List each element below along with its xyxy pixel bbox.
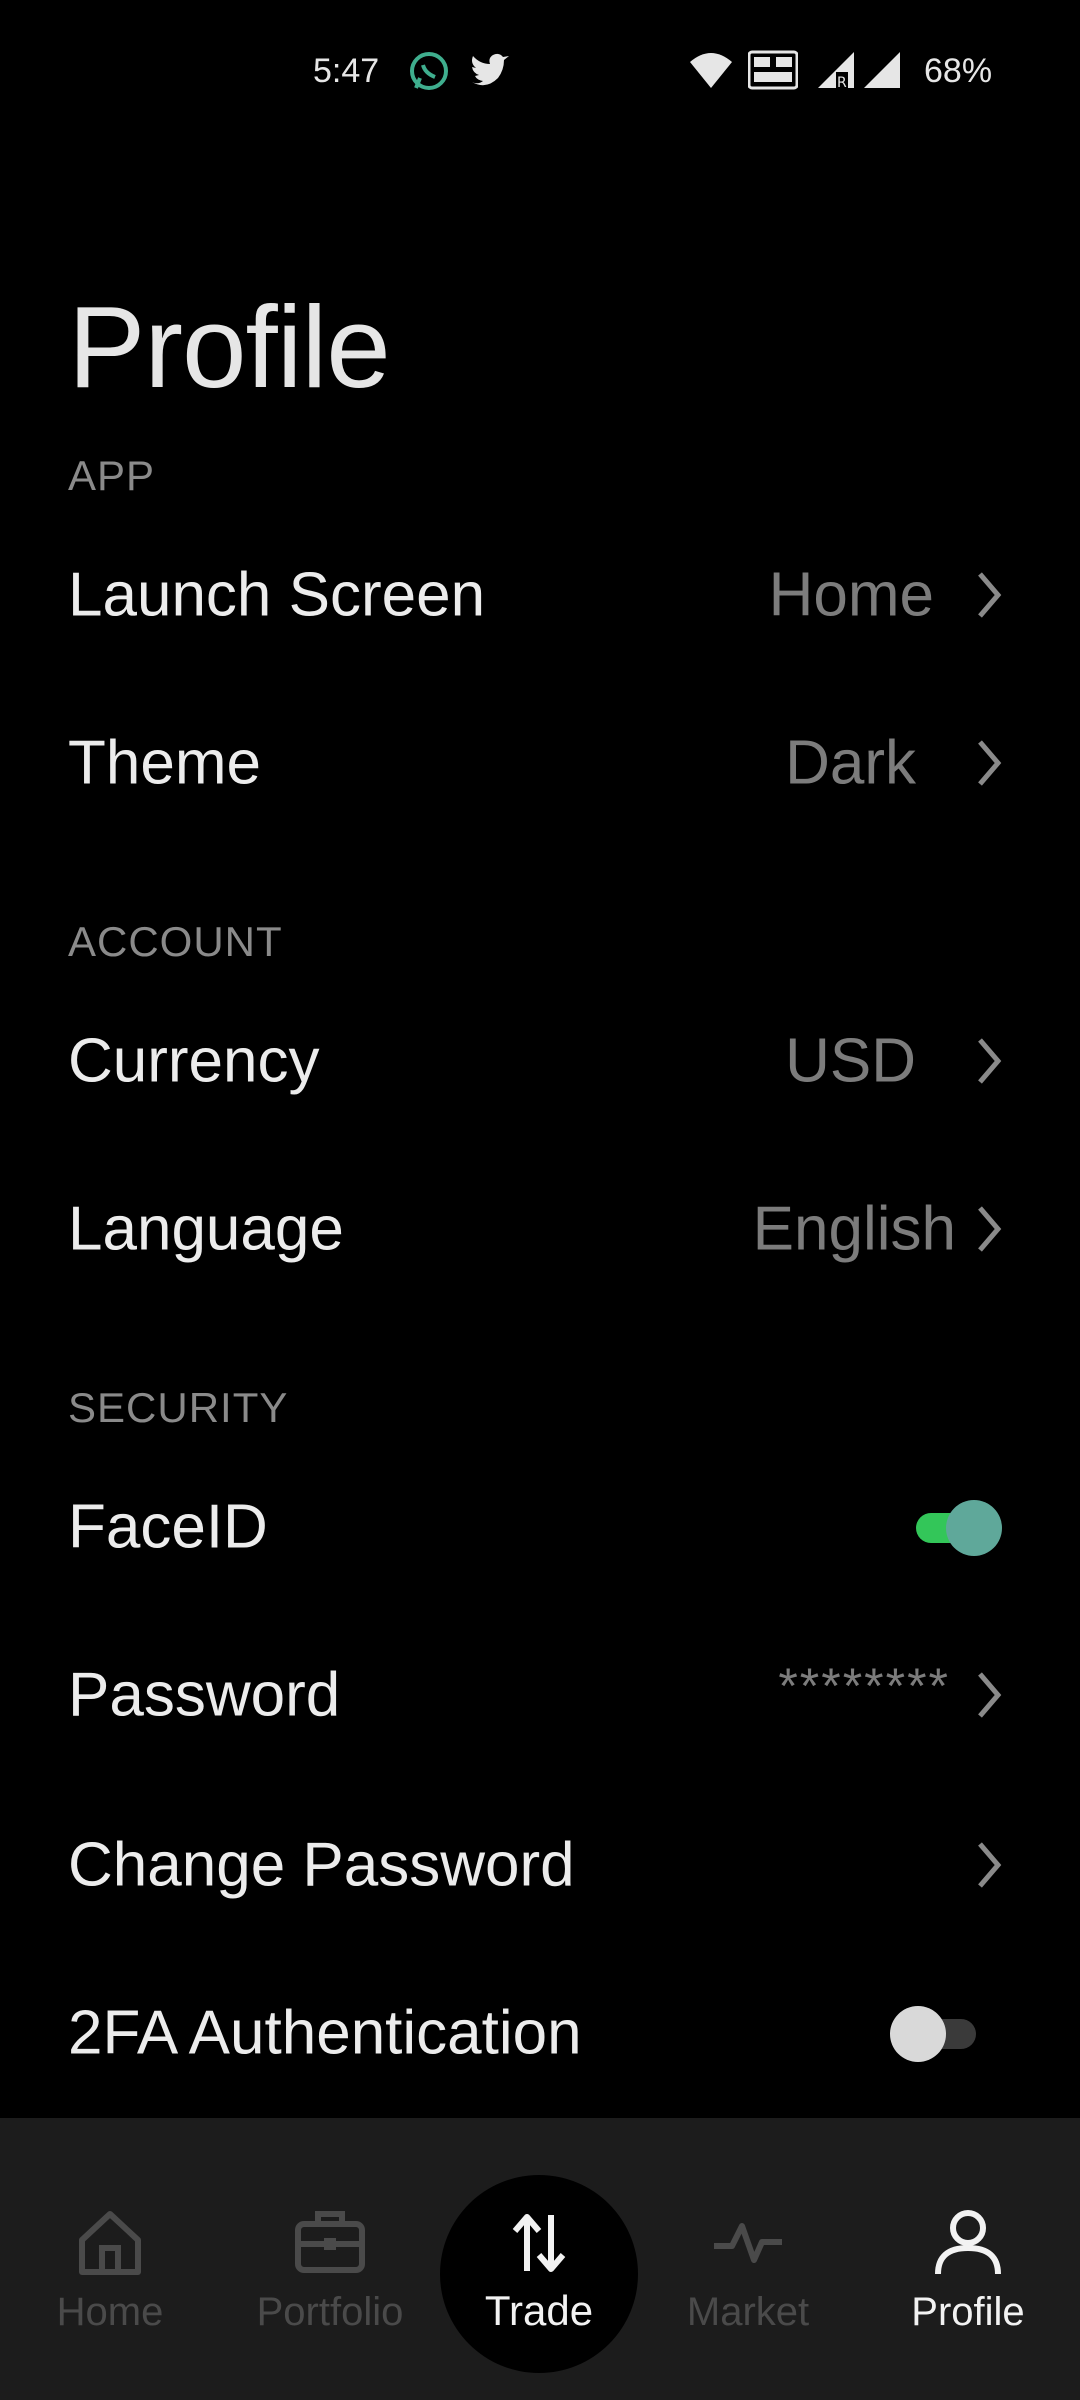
nav-portfolio-label: Portfolio [256,2290,404,2334]
nav-home[interactable]: Home [20,2118,200,2400]
launch-screen-value: Home [768,560,934,630]
password-label: Password [68,1660,341,1730]
home-icon [79,2211,141,2275]
page-title: Profile [68,282,391,412]
faceid-toggle[interactable] [910,1497,1004,1557]
theme-value: Dark [785,728,916,798]
currency-row[interactable]: Currency USD [0,986,1080,1136]
profile-screen: 5:47 R 68% Profile APP Launch Screen Hom… [0,0,1080,2400]
toggle-knob [946,1500,1002,1556]
currency-value: USD [785,1026,916,1096]
password-row[interactable]: Password ******** [0,1620,1080,1770]
nav-profile[interactable]: Profile [878,2118,1058,2400]
chevron-right-icon [978,1842,1002,1888]
change-password-row[interactable]: Change Password [0,1790,1080,1940]
chevron-right-icon [978,1206,1002,1252]
language-label: Language [68,1194,344,1264]
user-icon [935,2210,1001,2275]
chevron-right-icon [978,1038,1002,1084]
section-label-app: APP [68,452,156,499]
whatsapp-icon [408,50,450,97]
language-row[interactable]: Language English [0,1154,1080,1304]
pulse-icon [714,2223,782,2263]
faceid-row: FaceID [0,1452,1080,1602]
password-value: ******** [778,1658,950,1714]
volte-icon [747,50,799,95]
svg-text:R: R [837,75,847,90]
section-label-security: SECURITY [68,1384,289,1431]
launch-screen-row[interactable]: Launch Screen Home [0,520,1080,670]
wifi-icon [688,50,734,97]
2fa-label: 2FA Authentication [68,1998,582,2068]
twitter-icon [468,50,510,97]
nav-home-label: Home [56,2290,164,2334]
signal-roaming-icon: R [816,50,856,95]
language-value: English [752,1194,956,1264]
status-bar: 5:47 R 68% [0,0,1080,150]
chevron-right-icon [978,572,1002,618]
change-password-label: Change Password [68,1830,575,1900]
nav-market-label: Market [686,2290,810,2334]
toggle-knob [890,2006,946,2062]
nav-market[interactable]: Market [658,2118,838,2400]
faceid-label: FaceID [68,1492,268,1562]
chevron-right-icon [978,1672,1002,1718]
battery-percentage: 68% [924,52,993,90]
briefcase-icon [295,2211,365,2273]
nav-profile-label: Profile [911,2290,1025,2334]
nav-portfolio[interactable]: Portfolio [240,2118,420,2400]
theme-row[interactable]: Theme Dark [0,688,1080,838]
signal-icon [862,50,902,95]
nav-trade-label: Trade [484,2287,594,2334]
swap-vertical-icon [512,2214,566,2272]
2fa-row: 2FA Authentication [0,1958,1080,2108]
2fa-toggle[interactable] [890,2003,984,2063]
launch-screen-label: Launch Screen [68,560,486,630]
section-label-account: ACCOUNT [68,918,283,965]
currency-label: Currency [68,1026,320,1096]
status-time: 5:47 [313,52,380,90]
chevron-right-icon [978,740,1002,786]
theme-label: Theme [68,728,261,798]
nav-trade-button[interactable]: Trade [440,2175,638,2373]
